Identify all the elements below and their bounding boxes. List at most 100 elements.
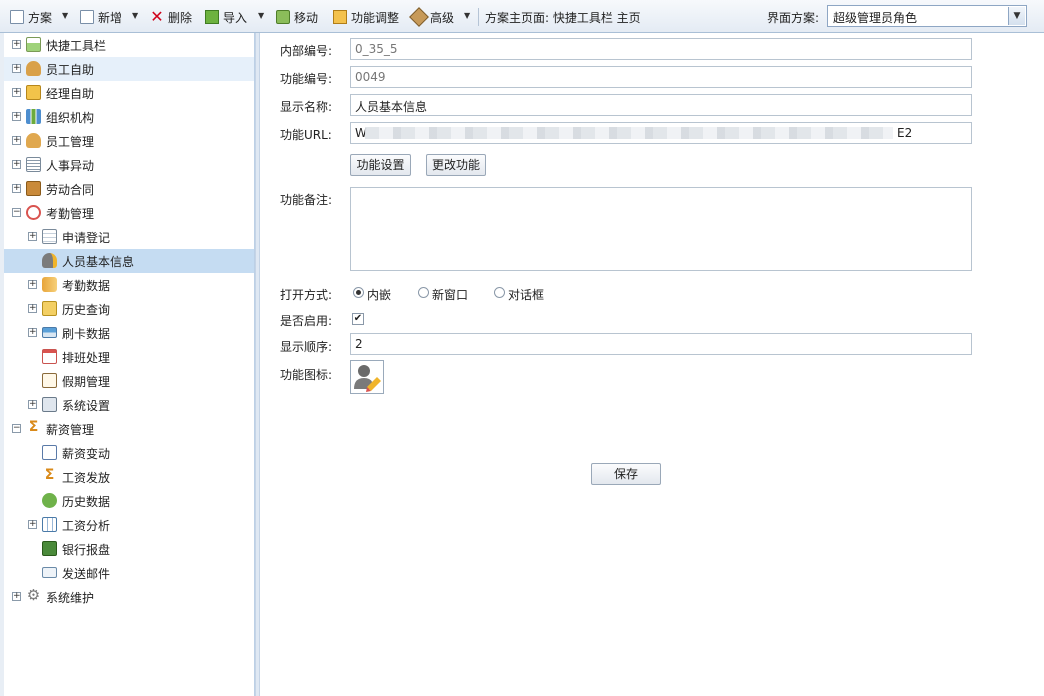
tree-item-shift[interactable]: 排班处理	[4, 345, 254, 369]
collapse-icon[interactable]: −	[12, 424, 21, 433]
url-suffix: E2	[897, 126, 913, 140]
new-button[interactable]: 新增	[80, 7, 122, 27]
expand-icon[interactable]: +	[12, 160, 21, 169]
expand-icon[interactable]: +	[12, 136, 21, 145]
url-label: 功能URL:	[280, 128, 332, 142]
expand-icon[interactable]: +	[28, 400, 37, 409]
display-name-field[interactable]: 人员基本信息	[350, 94, 972, 116]
expand-icon[interactable]: +	[28, 520, 37, 529]
tree-label: 考勤管理	[46, 207, 95, 221]
tree-item-manager-self[interactable]: + 经理自助	[4, 81, 254, 105]
expand-icon[interactable]: +	[12, 112, 21, 121]
user-icon	[26, 61, 41, 76]
tree-label: 薪资管理	[46, 423, 95, 437]
move-button[interactable]: 移动	[276, 7, 318, 27]
history-icon	[42, 493, 57, 508]
tree-item-salary-analysis[interactable]: + 工资分析	[4, 513, 254, 537]
delete-button[interactable]: ✕ 删除	[150, 7, 192, 27]
open-mode-embed-radio[interactable]	[353, 287, 364, 298]
tree-item-leave[interactable]: 假期管理	[4, 369, 254, 393]
expand-icon[interactable]: +	[12, 88, 21, 97]
redacted-url	[365, 127, 893, 139]
func-no-field[interactable]: 0049	[350, 66, 972, 88]
function-icon-picker[interactable]	[350, 360, 384, 394]
tree-item-contract[interactable]: + 劳动合同	[4, 177, 254, 201]
user-edit-icon	[42, 253, 57, 268]
tree-item-basic-info[interactable]: 人员基本信息	[4, 249, 254, 273]
toolbar-icon	[26, 37, 41, 52]
chevron-down-icon[interactable]: ▼	[132, 11, 138, 20]
expand-icon[interactable]: +	[28, 280, 37, 289]
briefcase-icon	[26, 181, 41, 196]
tree-item-employee-self[interactable]: + 员工自助	[4, 57, 254, 81]
function-adjust-label: 功能调整	[351, 10, 400, 25]
func-no-label: 功能编号:	[280, 72, 333, 86]
chevron-down-icon[interactable]: ▼	[258, 11, 264, 20]
tools-icon	[409, 7, 429, 27]
tree-item-history-data[interactable]: 历史数据	[4, 489, 254, 513]
tree-item-employee-mgmt[interactable]: + 员工管理	[4, 129, 254, 153]
display-name-label: 显示名称:	[280, 100, 333, 114]
tree-item-payroll[interactable]: Σ 工资发放	[4, 465, 254, 489]
panel-splitter[interactable]	[255, 33, 260, 696]
dropdown-arrow-icon[interactable]: ▼	[1008, 7, 1025, 25]
expand-icon[interactable]: +	[28, 232, 37, 241]
tree-item-system-maintenance[interactable]: + ⚙ 系统维护	[4, 585, 254, 609]
open-mode-label: 打开方式:	[280, 288, 333, 302]
tree-item-salary-change[interactable]: 薪资变动	[4, 441, 254, 465]
collapse-icon[interactable]: −	[12, 208, 21, 217]
tree-item-salary[interactable]: − Σ 薪资管理	[4, 417, 254, 441]
save-button[interactable]: 保存	[591, 463, 661, 485]
url-field[interactable]: W E2	[350, 122, 972, 144]
tree-item-org[interactable]: + 组织机构	[4, 105, 254, 129]
tree-item-history-query[interactable]: + 历史查询	[4, 297, 254, 321]
tree-item-quick-toolbar[interactable]: + 快捷工具栏	[4, 33, 254, 57]
tree-item-attendance[interactable]: − 考勤管理	[4, 201, 254, 225]
function-adjust-icon	[333, 10, 347, 24]
advanced-button[interactable]: 高级	[409, 7, 454, 27]
mail-icon	[42, 567, 57, 578]
table-icon	[42, 517, 57, 532]
tree-item-send-mail[interactable]: 发送邮件	[4, 561, 254, 585]
tree-item-card-data[interactable]: + 刷卡数据	[4, 321, 254, 345]
scheme-menu-button[interactable]: 方案	[10, 7, 52, 27]
change-function-button[interactable]: 更改功能	[426, 154, 486, 176]
tree-item-attendance-data[interactable]: + 考勤数据	[4, 273, 254, 297]
open-mode-dialog-radio[interactable]	[494, 287, 505, 298]
open-mode-window-label: 新窗口	[432, 288, 469, 302]
expand-icon[interactable]: +	[28, 304, 37, 313]
expand-icon[interactable]: +	[12, 592, 21, 601]
tree-item-personnel-change[interactable]: + 人事异动	[4, 153, 254, 177]
order-field[interactable]: 2	[350, 333, 972, 355]
tree-item-system-settings[interactable]: + 系统设置	[4, 393, 254, 417]
chart-icon	[42, 445, 57, 460]
import-button[interactable]: 导入	[205, 7, 247, 27]
user-edit-icon	[354, 365, 381, 392]
ui-scheme-select[interactable]: 超级管理员角色 ▼	[827, 5, 1027, 27]
tree-item-bank-export[interactable]: 银行报盘	[4, 537, 254, 561]
tree-label: 薪资变动	[62, 447, 111, 461]
function-settings-button[interactable]: 功能设置	[350, 154, 411, 176]
import-label: 导入	[223, 10, 248, 25]
chevron-down-icon[interactable]: ▼	[62, 11, 68, 20]
open-mode-embed-label: 内嵌	[367, 288, 392, 302]
expand-icon[interactable]: +	[12, 184, 21, 193]
enabled-checkbox[interactable]: ✔	[352, 313, 364, 325]
document-icon	[10, 10, 24, 24]
manager-icon	[26, 85, 41, 100]
function-adjust-button[interactable]: 功能调整	[333, 7, 399, 27]
delete-icon: ✕	[150, 7, 164, 26]
remark-textarea[interactable]	[350, 187, 972, 271]
internal-no-field[interactable]: 0_35_5	[350, 38, 972, 60]
expand-icon[interactable]: +	[12, 40, 21, 49]
chevron-down-icon[interactable]: ▼	[464, 11, 470, 20]
ui-scheme-value: 超级管理员角色	[833, 11, 918, 25]
tree-label: 人员基本信息	[62, 255, 135, 269]
expand-icon[interactable]: +	[12, 64, 21, 73]
tree-item-application[interactable]: + 申请登记	[4, 225, 254, 249]
open-mode-window-radio[interactable]	[418, 287, 429, 298]
open-mode-dialog-label: 对话框	[508, 288, 545, 302]
list-icon	[26, 157, 41, 172]
expand-icon[interactable]: +	[28, 328, 37, 337]
tree-label: 经理自助	[46, 87, 95, 101]
